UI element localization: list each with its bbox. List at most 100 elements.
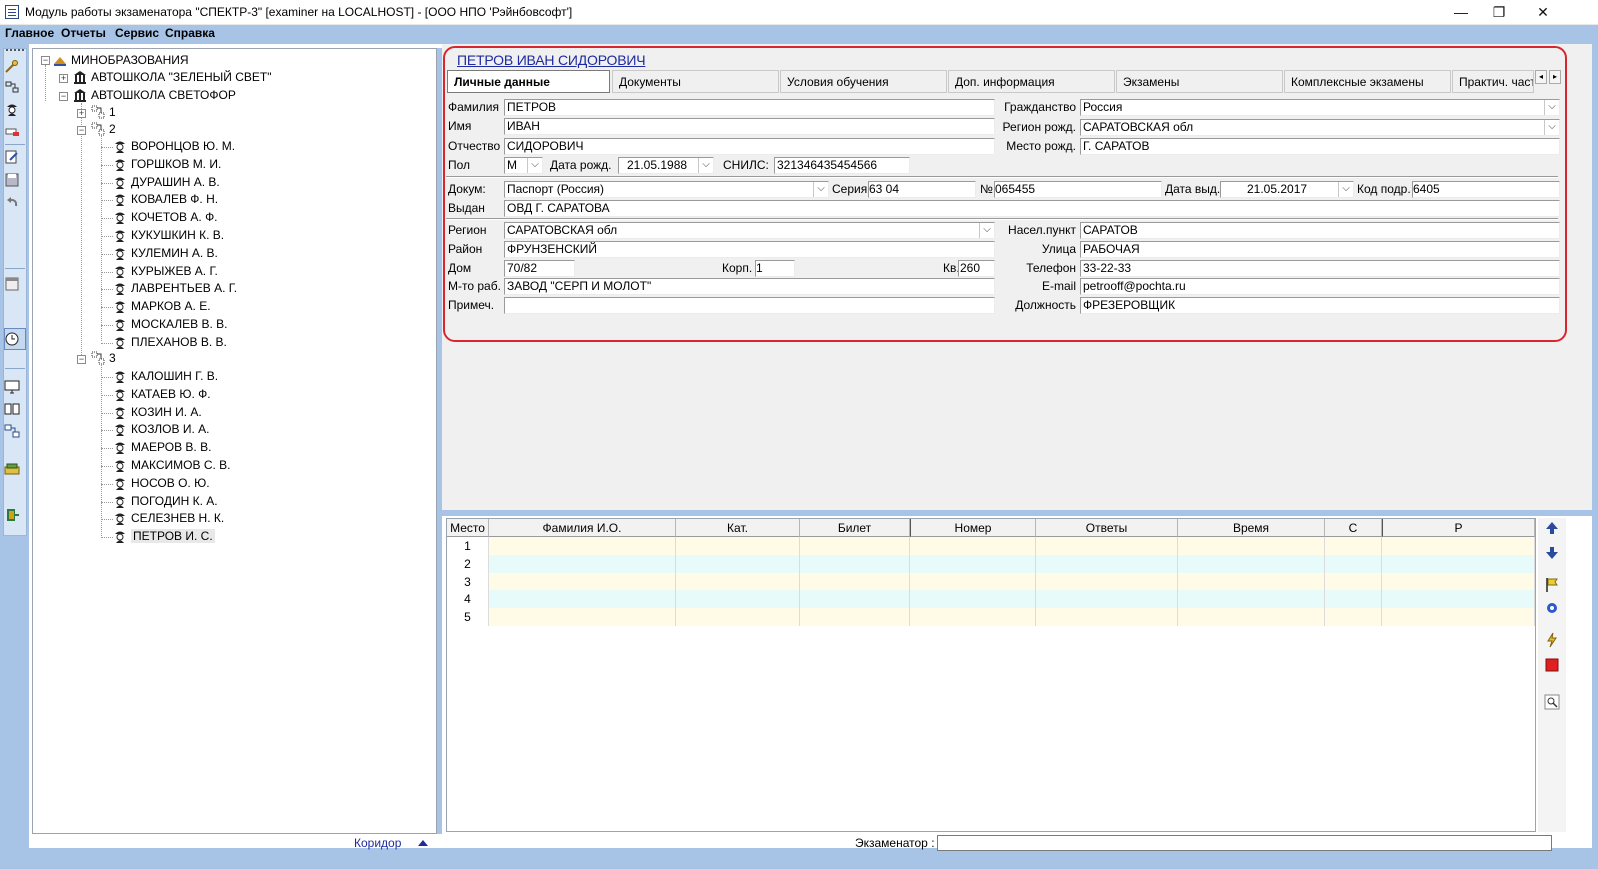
grid-cell[interactable] [1382,590,1535,609]
column-header-answers[interactable]: Ответы [1036,519,1178,537]
tab-additional-info[interactable]: Доп. информация [948,70,1115,93]
grid-cell[interactable] [1325,590,1382,609]
collapse-toggle[interactable]: − [59,92,68,101]
grid-cell[interactable] [1382,537,1535,555]
tree-node-group[interactable]: 1 [91,104,116,121]
tree-node-school[interactable]: АВТОШКОЛА "ЗЕЛЕНЫЙ СВЕТ" [73,69,272,86]
chevron-down-icon[interactable]: ⌵ [1544,100,1559,115]
chevron-down-icon[interactable]: ⌵ [698,158,713,173]
place-cell[interactable]: 1 [447,537,489,555]
region-select[interactable]: САРАТОВСКАЯ обл ⌵ [504,222,995,239]
grid-cell[interactable] [489,554,676,573]
tree-node-examinee[interactable]: ДУРАШИН А. В. [113,174,220,191]
column-header-p[interactable]: Р [1382,519,1535,537]
position-field[interactable]: ФРЕЗЕРОВЩИК [1080,297,1560,314]
table-row[interactable]: 5 [447,608,1535,627]
grid-cell[interactable] [1178,537,1325,555]
column-header-name[interactable]: Фамилия И.О. [489,519,676,537]
grid-cell[interactable] [489,537,676,555]
dept-code-field[interactable]: 6405 [1412,181,1560,198]
tab-documents[interactable]: Документы [612,70,779,93]
stop-icon[interactable] [1544,657,1560,673]
series-field[interactable]: 63 04 [868,181,976,198]
tab-scroll-left[interactable]: ◂ [1535,70,1547,84]
collapse-toggle[interactable]: − [41,56,50,65]
exam-queue-grid[interactable]: Место Фамилия И.О. Кат. Билет Номер Отве… [446,518,1536,832]
grid-cell[interactable] [676,572,800,591]
grid-cell[interactable] [1036,608,1178,627]
grid-cell[interactable] [800,608,910,627]
name-field[interactable]: ИВАН [504,118,995,135]
corridor-label[interactable]: Коридор [354,836,401,850]
apartment-field[interactable]: 260 [958,260,995,277]
tree-node-examinee[interactable]: КОЗЛОВ И. А. [113,421,209,438]
arrow-down-icon[interactable] [1544,545,1560,561]
table-row[interactable]: 3 [447,572,1535,591]
street-field[interactable]: РАБОЧАЯ [1080,241,1560,258]
issued-by-field[interactable]: ОВД Г. САРАТОВА [504,200,1560,217]
tab-exams[interactable]: Экзамены [1116,70,1283,93]
arrow-up-icon[interactable] [1544,520,1560,536]
tab-practical-part[interactable]: Практич. часть [1452,70,1534,93]
person-name-link[interactable]: ПЕТРОВ ИВАН СИДОРОВИЧ [457,52,646,68]
tree-node-examinee[interactable]: МАКСИМОВ С. В. [113,457,231,474]
tree-node-root[interactable]: МИНОБРАЗОВАНИЯ [53,52,189,69]
tree-node-examinee[interactable]: КУРЫЖЕВ А. Г. [113,263,218,280]
monitor-icon[interactable] [4,380,20,394]
tab-personal-data[interactable]: Личные данные [447,70,610,93]
column-header-time[interactable]: Время [1178,519,1325,537]
flag-icon[interactable] [1544,577,1560,593]
key-icon[interactable] [4,60,20,74]
book-icon[interactable] [4,402,20,416]
close-button[interactable]: ✕ [1520,0,1566,25]
place-cell[interactable]: 4 [447,590,489,609]
tree-node-examinee[interactable]: МОСКАЛЕВ В. В. [113,316,227,333]
app-icon[interactable] [5,5,19,19]
tree-node-examinee[interactable]: ВОРОНЦОВ Ю. М. [113,138,235,155]
citizenship-select[interactable]: Россия ⌵ [1080,99,1560,116]
table-row[interactable]: 4 [447,590,1535,609]
tree-node-examinee[interactable]: КОЗИН И. А. [113,404,202,421]
surname-field[interactable]: ПЕТРОВ [504,99,995,116]
grid-cell[interactable] [1382,608,1535,627]
grid-cell[interactable] [489,590,676,609]
expand-toggle[interactable]: + [59,74,68,83]
grid-cell[interactable] [676,590,800,609]
collapse-toggle[interactable]: − [77,126,86,135]
tree-node-examinee[interactable]: КУКУШКИН К. В. [113,227,224,244]
edit-document-icon[interactable] [4,150,20,164]
restore-button[interactable]: ❐ [1476,0,1522,25]
grid-cell[interactable] [910,554,1036,573]
tree-node-examinee[interactable]: КУЛЕМИН А. В. [113,245,218,262]
grid-cell[interactable] [1325,608,1382,627]
grid-cell[interactable] [1178,608,1325,627]
menu-main[interactable]: Главное [5,26,54,40]
menu-service[interactable]: Сервис [115,26,159,40]
grid-cell[interactable] [910,537,1036,555]
connect-icon[interactable] [4,424,20,438]
grid-cell[interactable] [489,572,676,591]
chevron-down-icon[interactable]: ⌵ [813,182,828,197]
district-field[interactable]: ФРУНЗЕНСКИЙ [504,241,995,258]
examinee-icon[interactable] [4,102,20,116]
birthdate-picker[interactable]: 21.05.1988 ⌵ [618,157,714,174]
tree-node-examinee[interactable]: МАРКОВ А. Е. [113,298,211,315]
phone-field[interactable]: 33-22-33 [1080,260,1560,277]
grid-cell[interactable] [1178,590,1325,609]
column-header-c[interactable]: С [1325,519,1382,537]
chevron-down-icon[interactable]: ⌵ [1544,120,1559,135]
expand-toggle[interactable]: + [77,109,86,118]
tree-node-examinee[interactable]: ПЕТРОВ И. С. [113,528,215,545]
grid-cell[interactable] [489,608,676,627]
building-field[interactable]: 1 [755,260,795,277]
workplace-field[interactable]: ЗАВОД "СЕРП И МОЛОТ" [504,278,995,295]
tree-node-group[interactable]: 2 [91,121,116,138]
grid-cell[interactable] [1036,572,1178,591]
grid-cell[interactable] [800,572,910,591]
number-field[interactable]: 065455 [994,181,1162,198]
place-cell[interactable]: 2 [447,554,489,573]
grid-cell[interactable] [1325,572,1382,591]
issue-date-picker[interactable]: 21.05.2017 ⌵ [1220,181,1354,198]
triangle-up-icon[interactable] [417,839,429,847]
column-header-number[interactable]: Номер [910,519,1036,537]
